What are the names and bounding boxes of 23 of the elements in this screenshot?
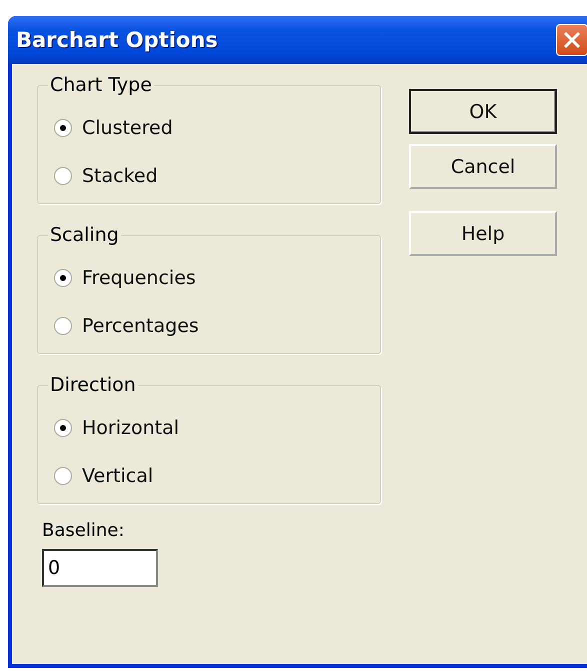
radio-button[interactable] <box>54 119 72 137</box>
dialog-button[interactable]: Help <box>409 211 557 256</box>
group-title: Scaling <box>49 224 120 246</box>
radio-button[interactable] <box>54 317 72 335</box>
radio-button[interactable] <box>54 269 72 287</box>
radio-label[interactable]: Stacked <box>82 165 158 187</box>
field-label: Baseline: <box>42 520 126 541</box>
radio-label[interactable]: Vertical <box>82 465 154 487</box>
baseline-field[interactable]: 0 <box>42 549 158 587</box>
radio-button[interactable] <box>54 167 72 185</box>
group-title: Direction <box>49 374 137 396</box>
window-title: Barchart Options <box>16 28 218 52</box>
radio-button[interactable] <box>54 467 72 485</box>
radio-label[interactable]: Horizontal <box>82 417 180 439</box>
close-icon <box>561 29 583 51</box>
radio-button[interactable] <box>54 419 72 437</box>
dialog-button[interactable]: Cancel <box>409 144 557 189</box>
radio-label[interactable]: Clustered <box>82 117 173 139</box>
dialog-button[interactable]: OK <box>409 89 557 134</box>
close-button[interactable] <box>556 24 587 56</box>
radio-label[interactable]: Frequencies <box>82 267 196 289</box>
radio-label[interactable]: Percentages <box>82 315 199 337</box>
group-title: Chart Type <box>49 74 153 96</box>
